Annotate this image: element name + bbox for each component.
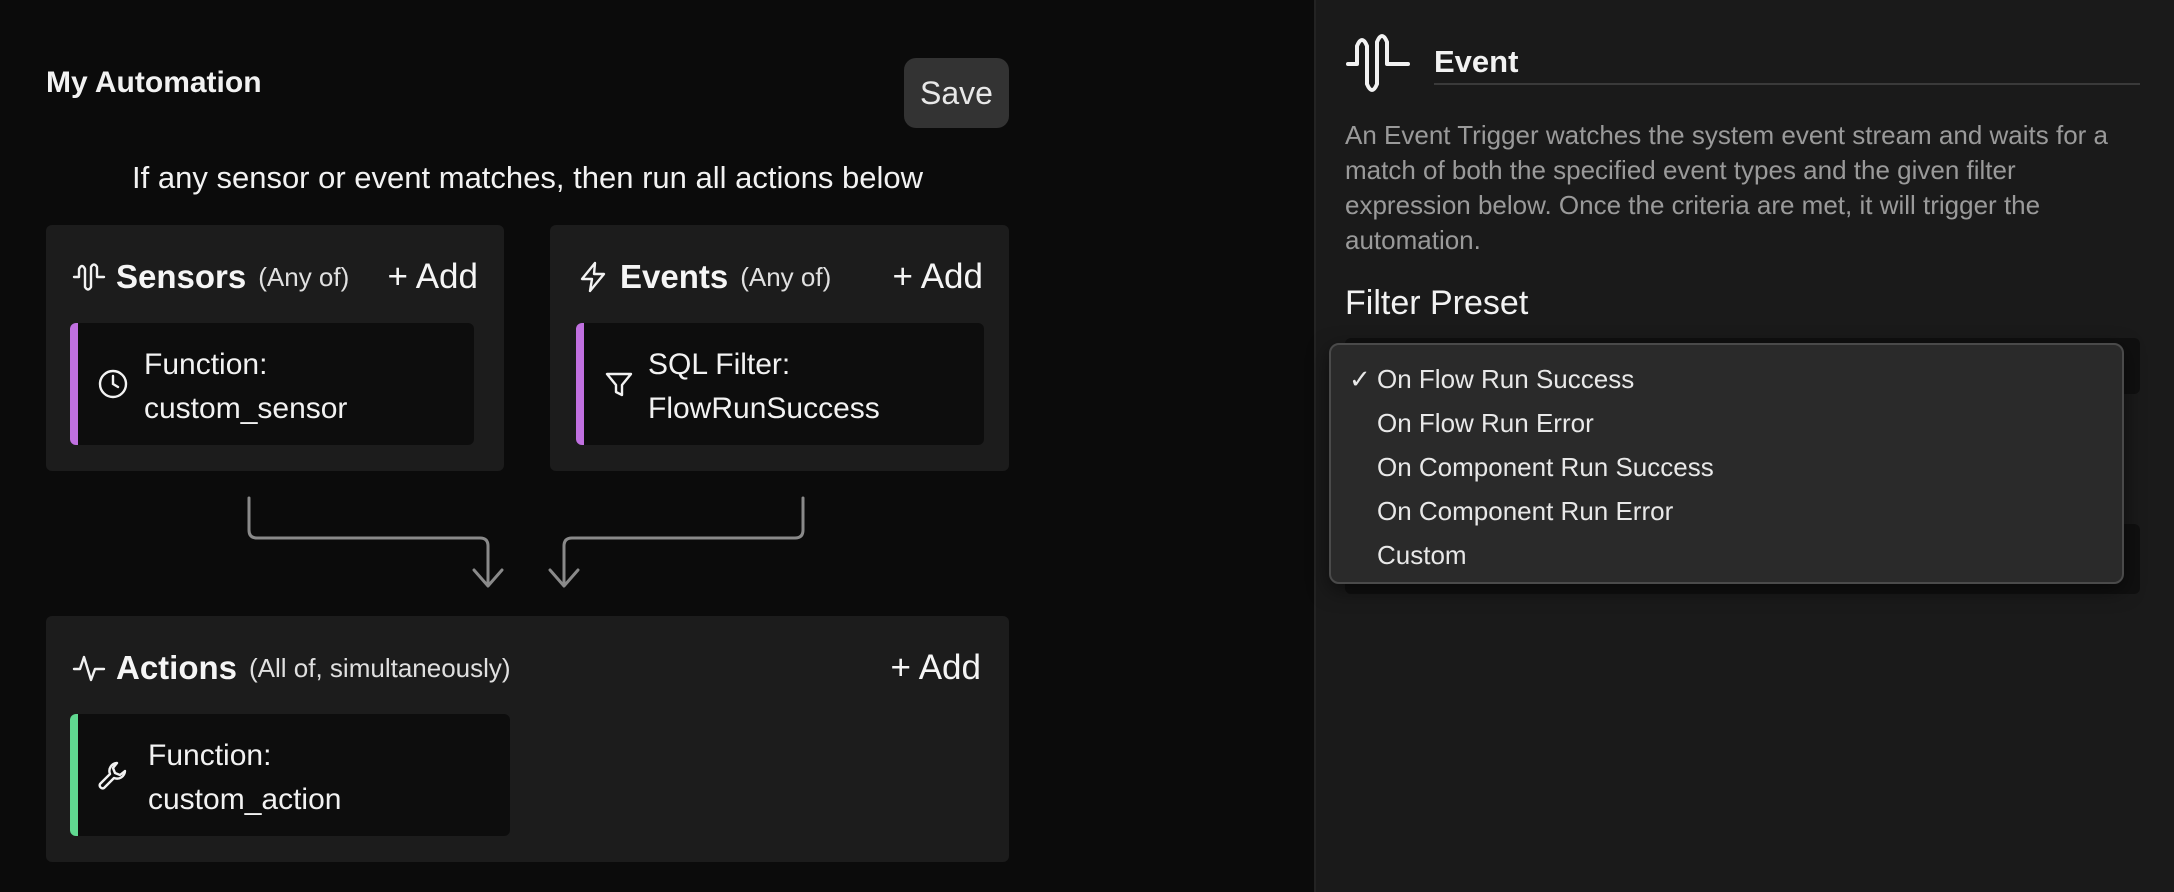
filter-preset-dropdown[interactable]: ✓ On Flow Run Success On Flow Run Error … (1329, 343, 2124, 584)
card-accent (70, 714, 78, 836)
actions-header: Actions (All of, simultaneously) + Add (72, 646, 981, 690)
action-type: Function: (148, 739, 272, 772)
action-card[interactable]: Function: custom_action (70, 714, 510, 836)
waveform-icon (1345, 28, 1411, 98)
activity-icon (72, 651, 106, 685)
dropdown-option-component-run-error[interactable]: On Component Run Error (1331, 489, 2122, 533)
event-description: An Event Trigger watches the system even… (1345, 120, 2109, 255)
dropdown-option-component-run-success[interactable]: On Component Run Success (1331, 445, 2122, 489)
action-card-text: Function: custom_action (148, 734, 341, 822)
title-divider (1434, 83, 2140, 85)
actions-subtitle: (All of, simultaneously) (249, 652, 511, 683)
filter-preset-label: Filter Preset (1345, 284, 1529, 322)
dropdown-option-flow-run-success[interactable]: ✓ On Flow Run Success (1331, 357, 2122, 401)
action-name: custom_action (148, 783, 342, 816)
check-icon: ✓ (1349, 364, 1371, 394)
event-panel-title: Event (1434, 44, 1519, 79)
actions-title: Actions (116, 649, 238, 686)
wrench-icon (96, 758, 130, 792)
dropdown-option-flow-run-error[interactable]: On Flow Run Error (1331, 401, 2122, 445)
actions-panel: Actions (All of, simultaneously) + Add F… (46, 616, 1009, 862)
dropdown-option-custom[interactable]: Custom (1331, 533, 2122, 577)
add-action-button[interactable]: + Add (890, 648, 981, 688)
